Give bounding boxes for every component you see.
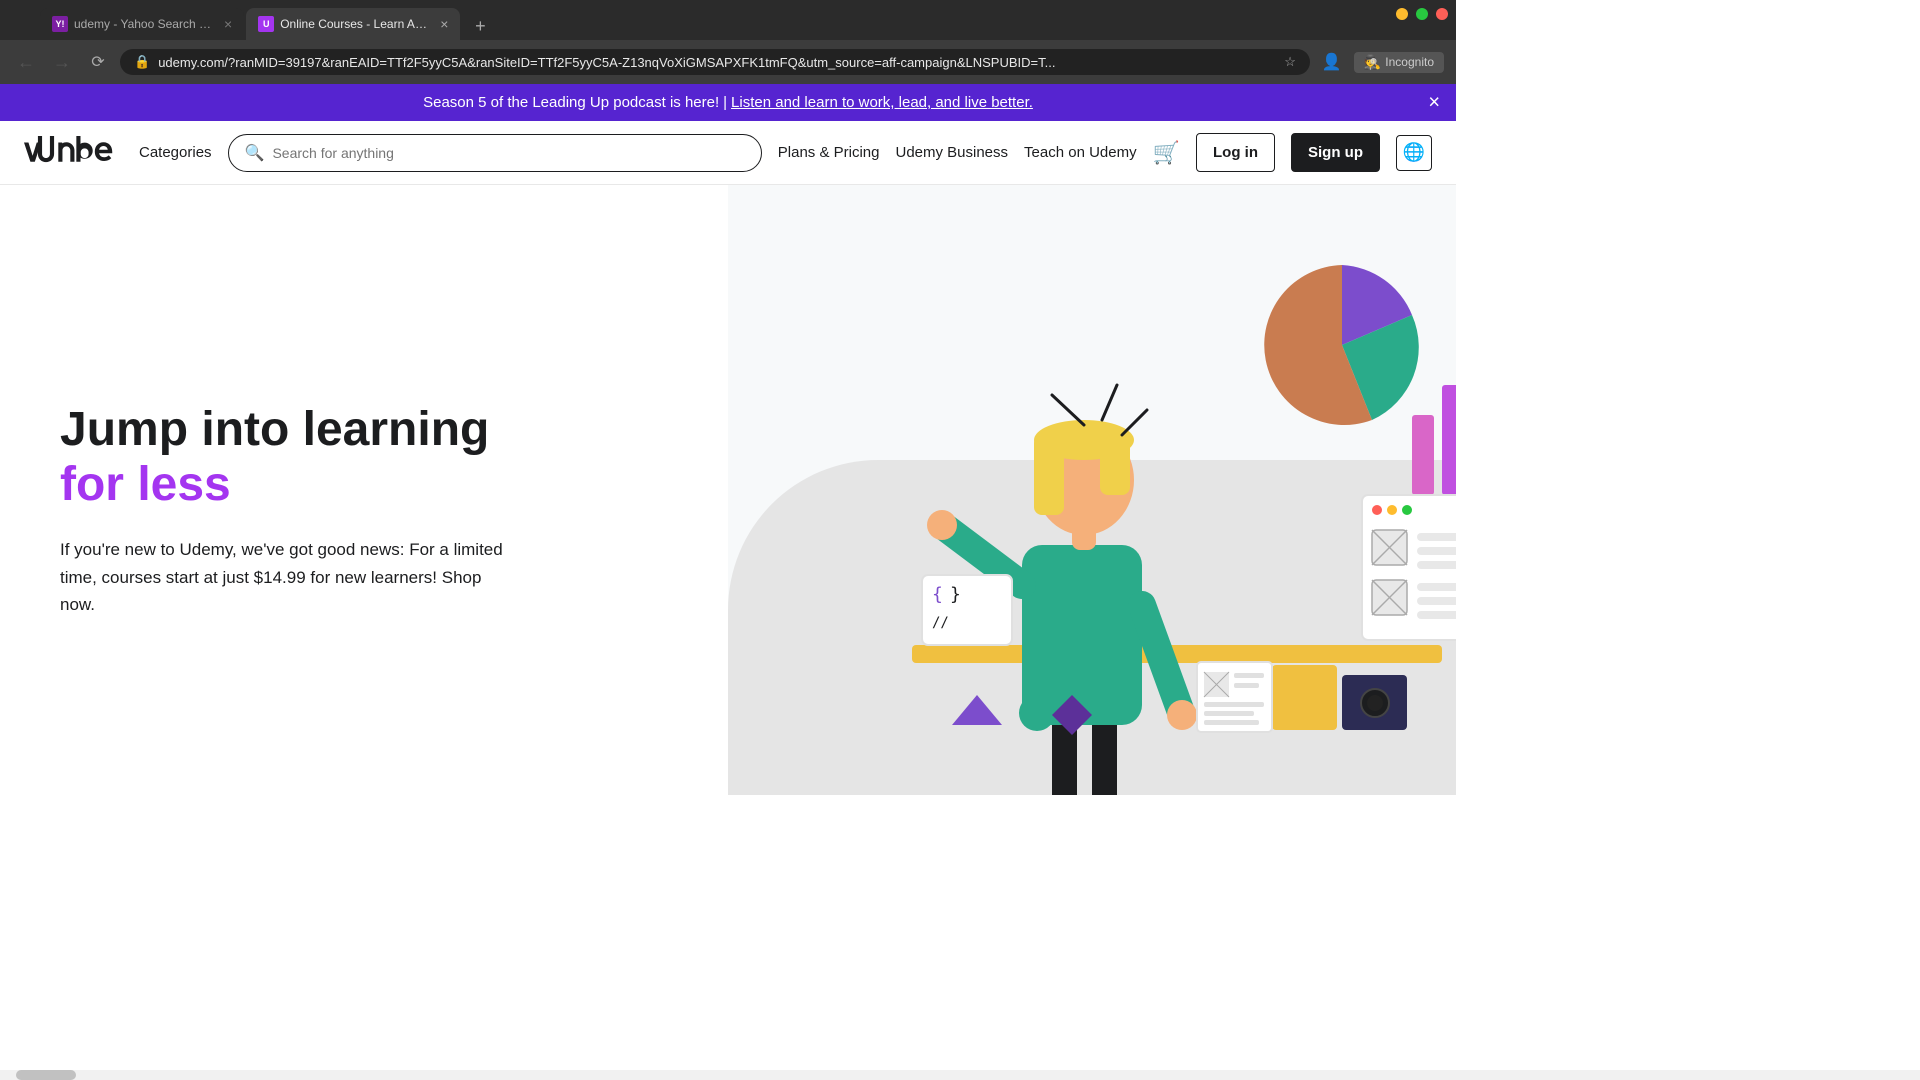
hero-left: Jump into learning for less If you're ne… <box>0 185 728 795</box>
incognito-label: Incognito <box>1385 55 1434 69</box>
hero-right: { } // <box>728 185 1456 795</box>
browser-chrome: Y! udemy - Yahoo Search Results × U Onli… <box>0 0 1456 84</box>
search-bar[interactable]: 🔍 <box>228 134 762 172</box>
teach-link[interactable]: Teach on Udemy <box>1024 144 1137 161</box>
categories-link[interactable]: Categories <box>139 144 212 161</box>
page-content: Season 5 of the Leading Up podcast is he… <box>0 84 1456 795</box>
hero-illustration: { } // <box>728 185 1456 795</box>
back-button[interactable]: ← <box>12 48 40 76</box>
hero-subtext: If you're new to Udemy, we've got good n… <box>60 536 520 618</box>
banner-link[interactable]: Listen and learn to work, lead, and live… <box>731 94 1033 111</box>
udemy-logo[interactable] <box>24 136 115 170</box>
lock-icon: 🔒 <box>134 54 150 70</box>
new-tab-button[interactable]: + <box>466 12 494 40</box>
udemy-business-link[interactable]: Udemy Business <box>895 144 1008 161</box>
reload-button[interactable]: ⟳ <box>84 48 112 76</box>
tab-yahoo-search[interactable]: Y! udemy - Yahoo Search Results × <box>40 8 244 40</box>
bookmark-star-icon[interactable]: ☆ <box>1284 54 1296 70</box>
window-controls: − <box>1396 8 1448 20</box>
tab-favicon-udemy: U <box>258 16 274 32</box>
udemy-logo-svg <box>24 136 115 170</box>
svg-text:}: } <box>950 584 961 605</box>
banner-close-button[interactable]: × <box>1428 91 1440 114</box>
banner-separator: | <box>723 94 727 111</box>
scrollbar-track[interactable] <box>0 1070 1920 1080</box>
minimize-button[interactable]: − <box>1396 8 1408 20</box>
profile-button[interactable]: 👤 <box>1318 48 1346 76</box>
tab-bar: Y! udemy - Yahoo Search Results × U Onli… <box>0 0 1456 40</box>
banner-text: Season 5 of the Leading Up podcast is he… <box>423 94 719 111</box>
address-bar[interactable]: 🔒 udemy.com/?ranMID=39197&ranEAID=TTf2F5… <box>120 49 1310 75</box>
tab-favicon-yahoo: Y! <box>52 16 68 32</box>
address-text: udemy.com/?ranMID=39197&ranEAID=TTf2F5yy… <box>158 55 1276 70</box>
signup-button[interactable]: Sign up <box>1291 133 1380 172</box>
hero-section: Jump into learning for less If you're ne… <box>0 185 1456 795</box>
hero-heading: Jump into learning for less <box>60 402 668 512</box>
incognito-badge: 🕵 Incognito <box>1354 52 1444 73</box>
tab-title-yahoo: udemy - Yahoo Search Results <box>74 17 214 31</box>
close-button[interactable] <box>1436 8 1448 20</box>
plans-pricing-link[interactable]: Plans & Pricing <box>778 144 880 161</box>
incognito-icon: 🕵 <box>1364 54 1381 71</box>
maximize-button[interactable] <box>1416 8 1428 20</box>
language-button[interactable]: 🌐 <box>1396 135 1432 171</box>
search-input[interactable] <box>272 145 744 161</box>
browser-toolbar: ← → ⟳ 🔒 udemy.com/?ranMID=39197&ranEAID=… <box>0 40 1456 84</box>
tab-close-yahoo[interactable]: × <box>224 16 232 32</box>
promo-banner: Season 5 of the Leading Up podcast is he… <box>0 84 1456 121</box>
cart-button[interactable]: 🛒 <box>1153 140 1180 166</box>
address-actions: ☆ <box>1284 54 1296 70</box>
browser-tabs-container: Y! udemy - Yahoo Search Results × U Onli… <box>40 8 494 40</box>
tab-close-udemy[interactable]: × <box>440 16 448 32</box>
hero-heading-accent: for less <box>60 458 231 511</box>
navbar: Categories 🔍 Plans & Pricing Udemy Busin… <box>0 121 1456 185</box>
tab-udemy[interactable]: U Online Courses - Learn Anythin... × <box>246 8 460 40</box>
scrollbar-thumb[interactable] <box>16 1070 76 1080</box>
login-button[interactable]: Log in <box>1196 133 1275 172</box>
svg-text://: // <box>932 615 949 631</box>
hero-heading-line1: Jump into learning <box>60 403 489 456</box>
tab-title-udemy: Online Courses - Learn Anythin... <box>280 17 430 31</box>
svg-text:{: { <box>932 584 943 605</box>
search-icon: 🔍 <box>245 143 265 163</box>
forward-button[interactable]: → <box>48 48 76 76</box>
